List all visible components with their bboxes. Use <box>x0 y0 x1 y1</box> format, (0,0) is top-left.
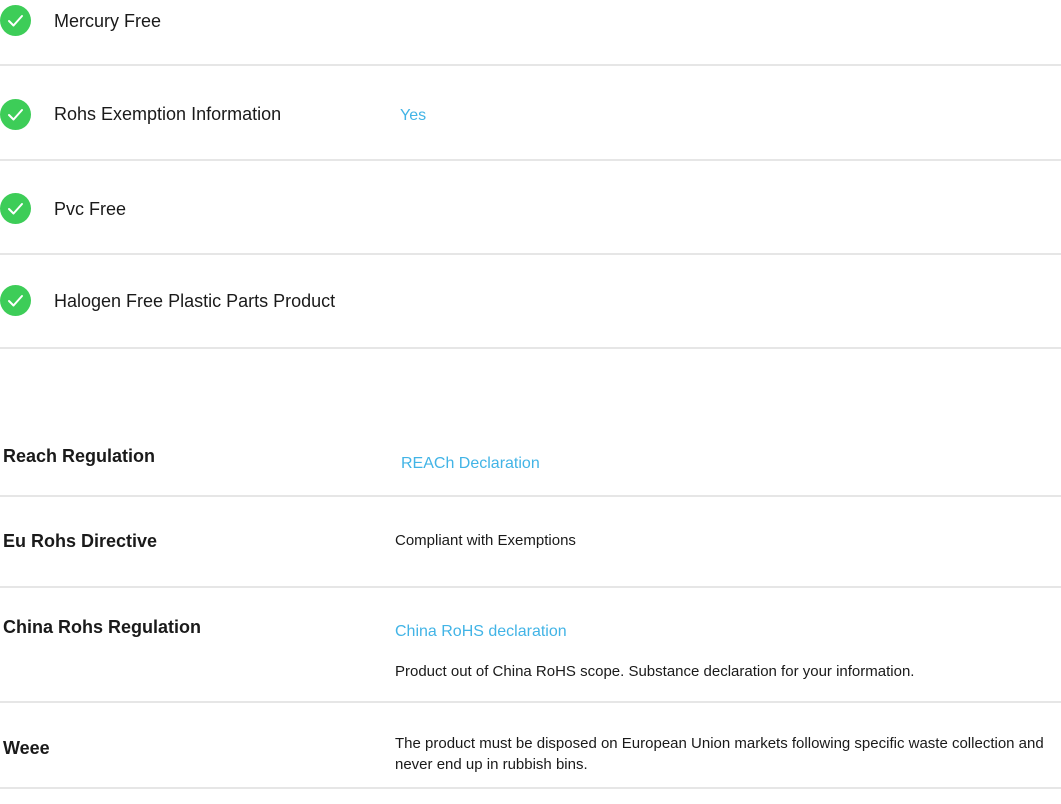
feature-row-halogen-free: Halogen Free Plastic Parts Product <box>0 255 1061 349</box>
china-rohs-declaration-link[interactable]: China RoHS declaration <box>395 623 567 641</box>
reg-label: Reach Regulation <box>3 446 156 466</box>
check-circle-icon <box>0 285 31 316</box>
reg-row-eu-rohs: Eu Rohs Directive Compliant with Exempti… <box>0 497 1061 588</box>
check-circle-icon <box>0 99 31 130</box>
reach-declaration-link[interactable]: REACh Declaration <box>401 455 540 473</box>
rohs-exemption-yes-link[interactable]: Yes <box>400 107 426 125</box>
reg-row-china-rohs: China Rohs Regulation China RoHS declara… <box>0 588 1061 703</box>
feature-label: Mercury Free <box>54 11 162 31</box>
reg-label: Eu Rohs Directive <box>3 531 158 551</box>
china-rohs-note: Product out of China RoHS scope. Substan… <box>395 663 915 680</box>
reg-row-weee: Weee The product must be disposed on Eur… <box>0 703 1061 789</box>
eu-rohs-status: Compliant with Exemptions <box>395 532 576 549</box>
feature-row-mercury-free: Mercury Free <box>0 0 1061 66</box>
check-circle-icon <box>0 5 31 36</box>
feature-label: Pvc Free <box>54 199 127 219</box>
reg-label: Weee <box>3 738 50 758</box>
weee-note: The product must be disposed on European… <box>395 735 1044 773</box>
feature-label: Rohs Exemption Information <box>54 104 282 124</box>
reg-row-reach: Reach Regulation REACh Declaration <box>0 404 1061 497</box>
feature-label: Halogen Free Plastic Parts Product <box>54 291 336 311</box>
feature-row-pvc-free: Pvc Free <box>0 161 1061 255</box>
feature-row-rohs-exemption: Rohs Exemption Information Yes <box>0 67 1061 161</box>
check-circle-icon <box>0 193 31 224</box>
reg-label: China Rohs Regulation <box>3 617 201 637</box>
